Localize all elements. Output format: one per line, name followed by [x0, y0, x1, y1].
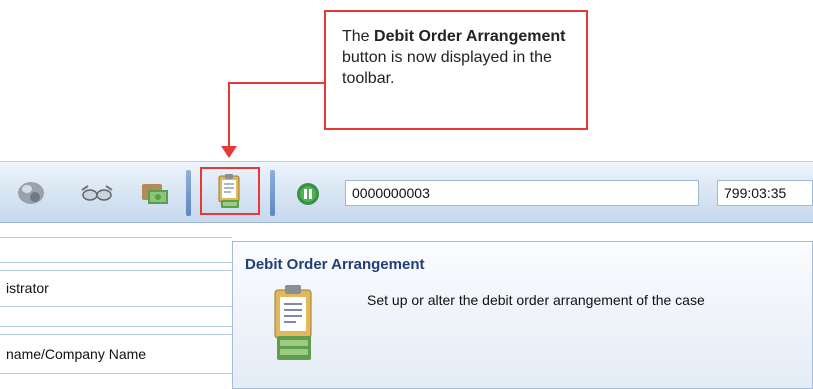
- form-field-text[interactable]: istrator: [6, 280, 49, 296]
- toolbar-separator: [270, 170, 275, 216]
- tooltip-title: Debit Order Arrangement: [245, 256, 425, 273]
- debit-order-arrangement-icon: [274, 285, 312, 360]
- form-divider: [0, 262, 232, 263]
- callout-arrow-vertical: [228, 82, 230, 150]
- callout-text-suffix: button is now displayed in the toolbar.: [342, 49, 552, 87]
- glasses-icon[interactable]: [80, 180, 114, 206]
- form-divider: [0, 334, 232, 335]
- timer-field[interactable]: 799:03:35: [717, 180, 813, 206]
- annotation-callout: The Debit Order Arrangement button is no…: [324, 10, 588, 130]
- tooltip-description: Set up or alter the debit order arrangem…: [367, 292, 705, 308]
- callout-arrow-horizontal: [228, 82, 326, 84]
- pause-icon[interactable]: [296, 182, 320, 206]
- money-icon[interactable]: [138, 176, 172, 210]
- callout-arrow-head: [221, 146, 237, 158]
- callout-text-bold: Debit Order Arrangement: [374, 28, 566, 45]
- case-number-field[interactable]: 0000000003: [345, 180, 699, 206]
- tooltip: Debit Order Arrangement Set up or alter …: [232, 241, 813, 389]
- toolbar-separator: [186, 170, 191, 216]
- callout-text-prefix: The: [342, 28, 375, 45]
- form-field-text[interactable]: name/Company Name: [6, 346, 146, 362]
- toolbar-highlight-box: [200, 167, 260, 215]
- form-divider: [0, 373, 232, 374]
- form-divider: [0, 237, 232, 238]
- helmet-icon[interactable]: [14, 178, 48, 208]
- form-divider: [0, 270, 232, 271]
- form-divider: [0, 326, 232, 327]
- form-divider: [0, 306, 232, 307]
